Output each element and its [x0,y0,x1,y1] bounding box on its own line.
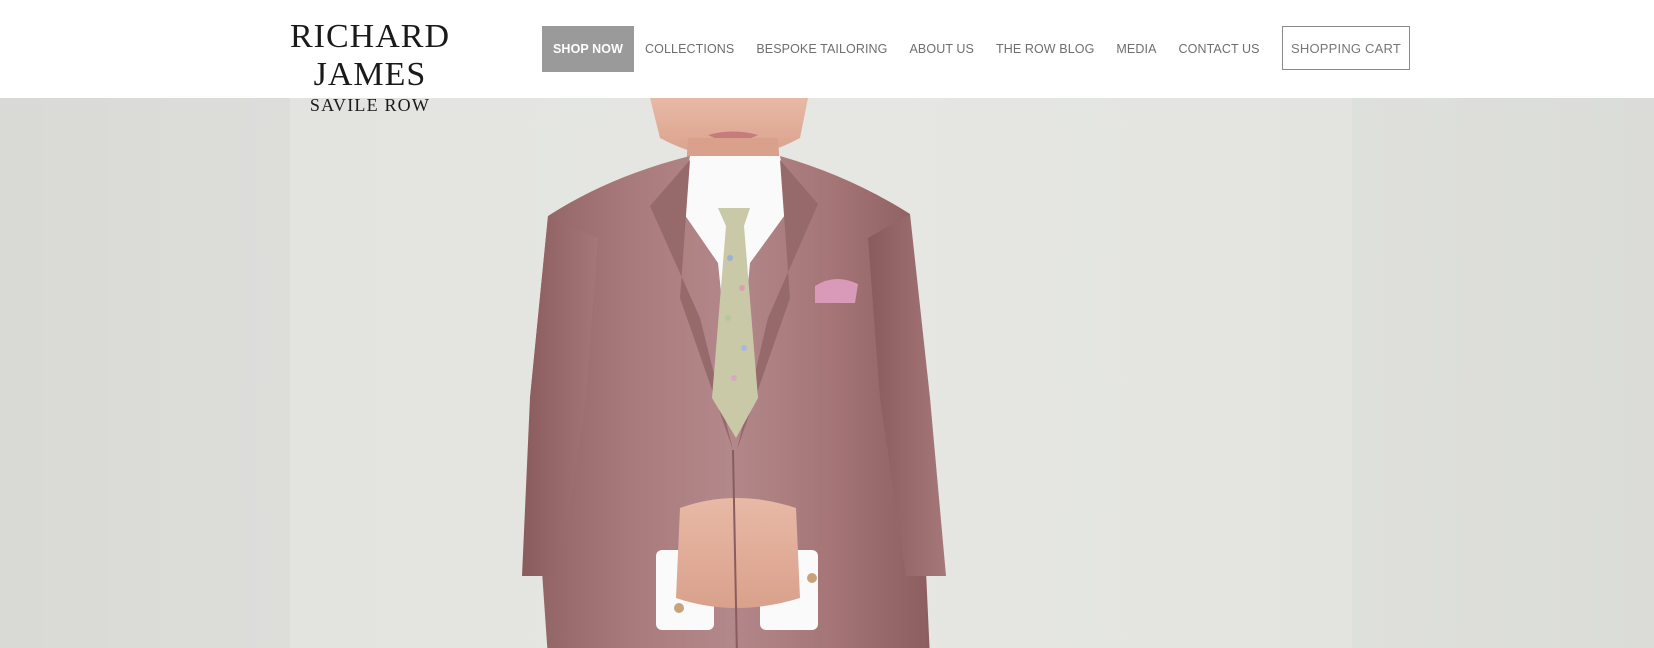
nav-item-about-us[interactable]: ABOUT US [899,26,985,72]
shopping-cart-button[interactable]: SHOPPING CART [1282,26,1410,70]
nav-item-shop-now[interactable]: SHOP NOW [542,26,635,72]
model-hands [676,498,800,608]
cufflink-right [807,573,817,583]
hero-image [0,98,1654,648]
brand-logo[interactable]: RICHARD JAMES SAVILE ROW [238,18,502,115]
main-nav: SHOP NOW COLLECTIONS BESPOKE TAILORING A… [542,26,1271,72]
cufflink-left [674,603,684,613]
backdrop-shadow-right [1352,98,1654,648]
hero-banner [0,98,1654,648]
nav-item-media[interactable]: MEDIA [1105,26,1167,72]
brand-tagline: SAVILE ROW [309,95,431,115]
nav-item-the-row-blog[interactable]: THE ROW BLOG [985,26,1105,72]
pocket-square [815,278,858,303]
site-header: RICHARD JAMES SAVILE ROW SHOP NOW COLLEC… [0,0,1654,115]
brand-name: RICHARD JAMES [289,18,451,93]
backdrop-shadow-left [0,98,290,648]
nav-item-contact-us[interactable]: CONTACT US [1168,26,1271,72]
nav-item-bespoke-tailoring[interactable]: BESPOKE TAILORING [745,26,898,72]
nav-item-collections[interactable]: COLLECTIONS [634,26,745,72]
